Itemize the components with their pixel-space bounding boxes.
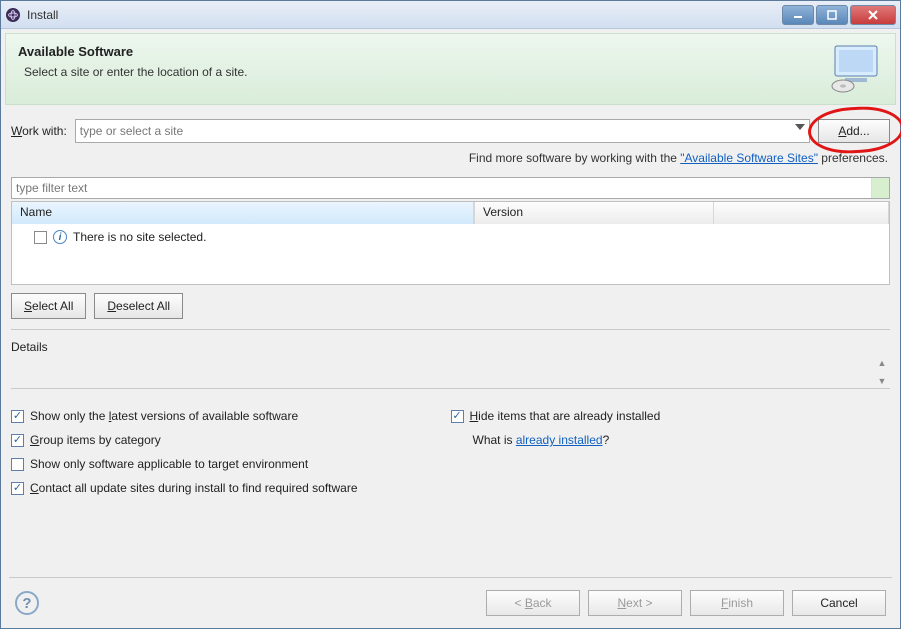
option-group-by-category[interactable]: Group items by category: [11, 433, 451, 447]
filter-input[interactable]: type filter text: [11, 177, 890, 199]
checkbox-icon[interactable]: [451, 410, 464, 423]
column-spacer: [714, 202, 889, 224]
window-title: Install: [27, 8, 780, 22]
software-table: Name Version i There is no site selected…: [11, 201, 890, 285]
separator: [11, 388, 890, 389]
option-hide-installed[interactable]: Hide items that are already installed: [451, 409, 891, 423]
maximize-button[interactable]: [816, 5, 848, 25]
what-is-installed: What is already installed?: [451, 433, 891, 447]
column-name[interactable]: Name: [12, 202, 474, 224]
next-button[interactable]: Next >: [588, 590, 682, 616]
cancel-button[interactable]: Cancel: [792, 590, 886, 616]
back-button[interactable]: < Back: [486, 590, 580, 616]
checkbox-icon[interactable]: [11, 434, 24, 447]
help-icon[interactable]: ?: [15, 591, 39, 615]
empty-message: There is no site selected.: [73, 230, 206, 244]
filter-endcap: [871, 178, 889, 198]
chevron-down-icon: [795, 124, 805, 130]
available-software-sites-link[interactable]: "Available Software Sites": [680, 151, 818, 165]
find-more-text: Find more software by working with the "…: [11, 151, 888, 165]
column-version[interactable]: Version: [474, 202, 714, 224]
eclipse-icon: [5, 7, 21, 23]
separator: [11, 329, 890, 330]
option-contact-all-sites[interactable]: Contact all update sites during install …: [11, 481, 451, 495]
table-header: Name Version: [12, 202, 889, 224]
title-bar: Install: [1, 1, 900, 29]
already-installed-link[interactable]: already installed: [516, 433, 603, 447]
details-label: Details: [11, 340, 890, 354]
checkbox-icon[interactable]: [11, 410, 24, 423]
option-show-applicable[interactable]: Show only software applicable to target …: [11, 457, 451, 471]
work-with-label: Work with:: [11, 124, 67, 138]
details-spinner[interactable]: ▲▼: [874, 358, 890, 386]
deselect-all-button[interactable]: Deselect All: [94, 293, 183, 319]
select-all-button[interactable]: Select All: [11, 293, 86, 319]
filter-placeholder: type filter text: [12, 181, 871, 195]
wizard-title: Available Software: [18, 44, 829, 59]
minimize-button[interactable]: [782, 5, 814, 25]
window-controls: [780, 5, 896, 25]
wizard-subtitle: Select a site or enter the location of a…: [18, 65, 829, 79]
work-with-combo[interactable]: type or select a site: [75, 119, 810, 143]
button-bar: ? < Back Next > Finish Cancel: [9, 577, 892, 628]
wizard-header: Available Software Select a site or ente…: [5, 33, 896, 105]
install-icon: [829, 44, 883, 94]
row-checkbox[interactable]: [34, 231, 47, 244]
checkbox-icon[interactable]: [11, 482, 24, 495]
close-button[interactable]: [850, 5, 896, 25]
work-with-placeholder: type or select a site: [80, 124, 183, 138]
table-row: i There is no site selected.: [20, 228, 881, 246]
option-show-latest[interactable]: Show only the latest versions of availab…: [11, 409, 451, 423]
info-icon: i: [53, 230, 67, 244]
finish-button[interactable]: Finish: [690, 590, 784, 616]
details-area: ▲▼: [11, 360, 890, 384]
install-dialog: Install Available Software Select a site…: [0, 0, 901, 629]
add-button[interactable]: Add...: [818, 119, 890, 143]
checkbox-icon[interactable]: [11, 458, 24, 471]
